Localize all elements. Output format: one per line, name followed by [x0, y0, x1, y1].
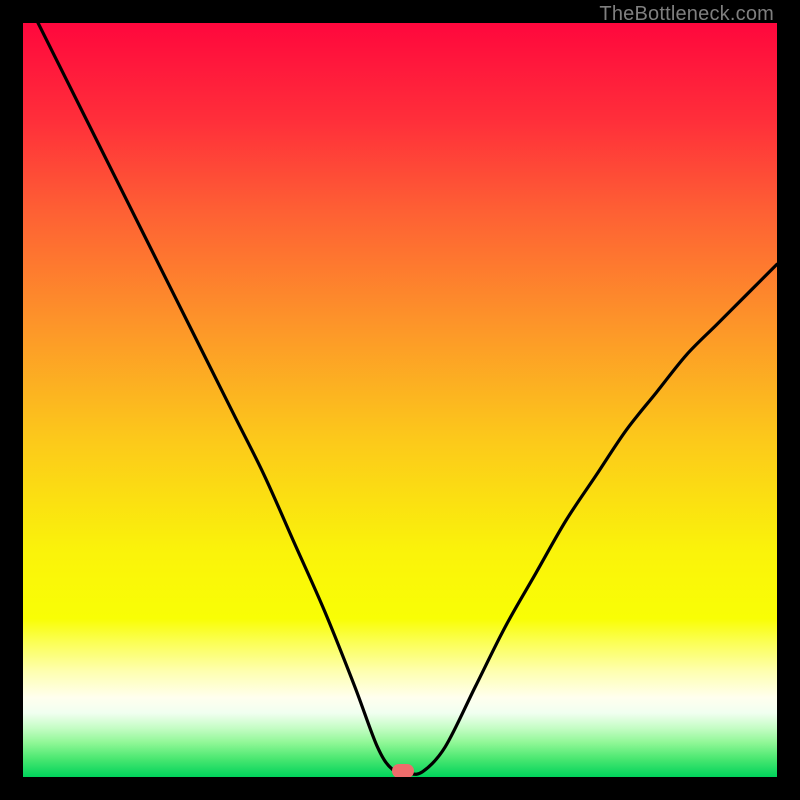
chart-frame: TheBottleneck.com [0, 0, 800, 800]
optimal-marker [392, 764, 414, 777]
plot-area [23, 23, 777, 777]
curve-layer [23, 23, 777, 777]
bottleneck-curve [23, 23, 777, 774]
watermark-text: TheBottleneck.com [599, 3, 774, 26]
